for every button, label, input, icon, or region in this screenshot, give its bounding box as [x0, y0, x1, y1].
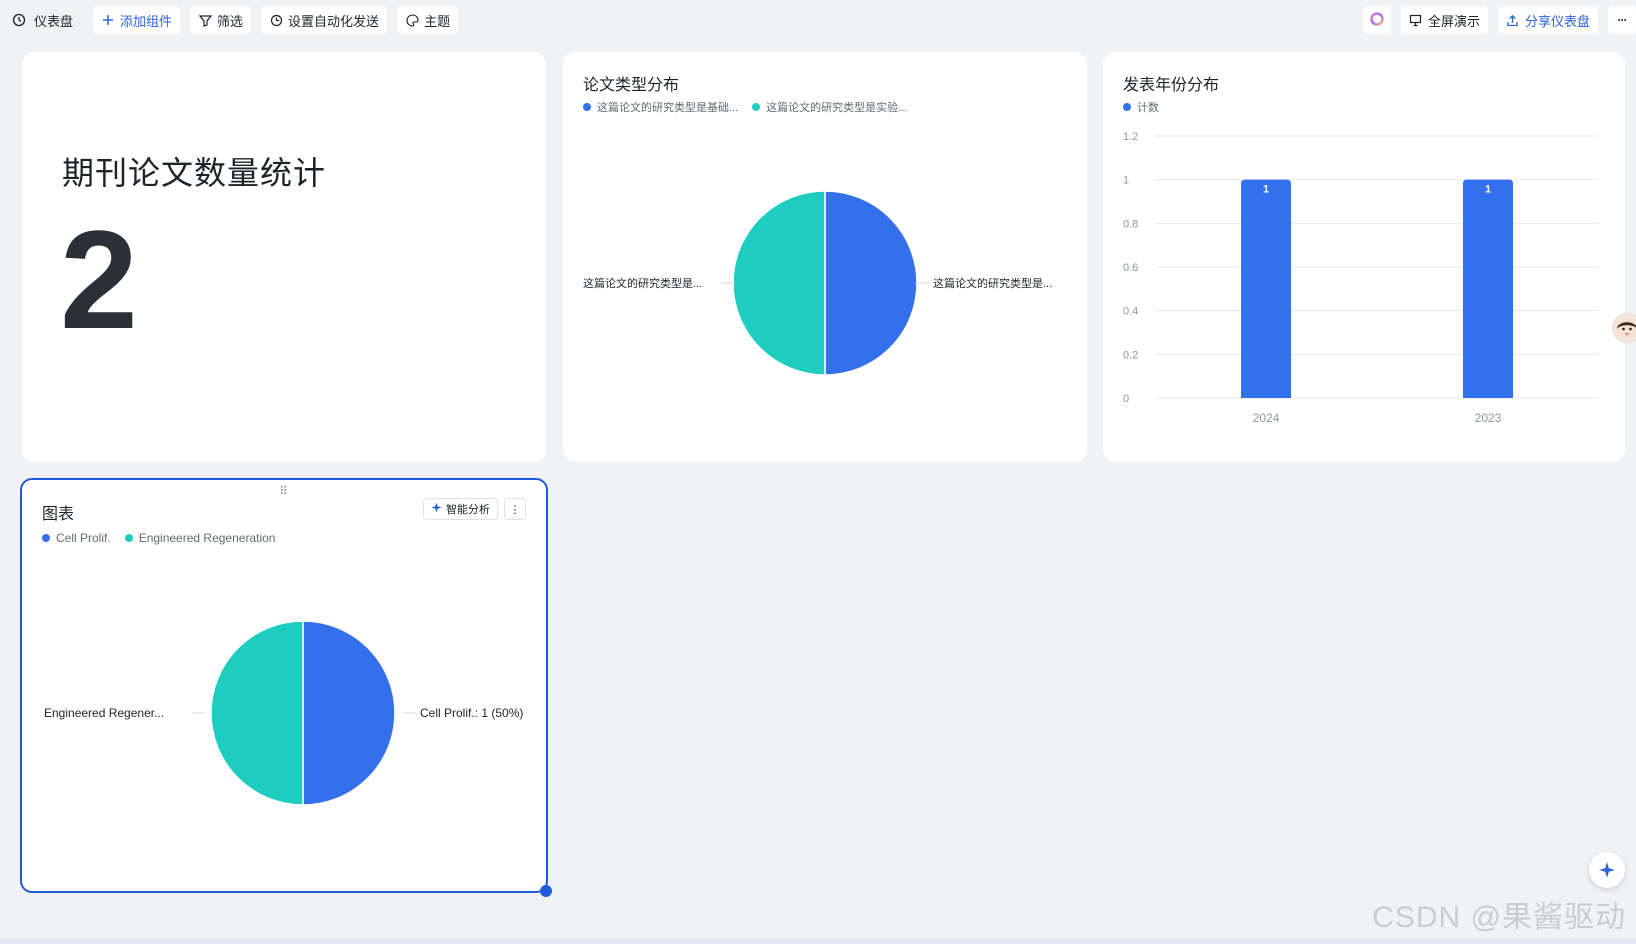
legend-dot [124, 534, 133, 542]
pie2-slice-1[interactable] [302, 620, 396, 806]
pie2-title: 图表 [42, 506, 75, 523]
y-tick-label: 0.8 [1123, 218, 1138, 230]
filter-icon [198, 13, 212, 27]
dashboard-title-label: 仪表盘 [34, 13, 74, 29]
legend-dot [752, 103, 761, 111]
y-tick-label: 0.6 [1123, 262, 1138, 274]
ai-fab-button[interactable] [1589, 852, 1625, 888]
ai-ring-icon [1369, 11, 1385, 30]
pie1-legend-item-2[interactable]: 这篇论文的研究类型是实验... [752, 99, 907, 115]
pie-card-journal[interactable]: ⠿ 图表 智能分析 ⋮ Cell Prolif. Engineered Rege… [20, 478, 552, 897]
pie2-label-right: Cell Prolif.: 1 (50%) [420, 706, 523, 720]
palette-icon [405, 13, 419, 27]
toolbar-left: 仪表盘 添加组件 筛选 设置自动化发送 主题 [12, 6, 459, 34]
pie1-slice-1[interactable] [824, 190, 918, 376]
bar-2023[interactable] [1463, 179, 1513, 398]
theme-button[interactable]: 主题 [397, 6, 459, 34]
smart-analysis-label: 智能分析 [446, 504, 490, 516]
pie2-actions: 智能分析 ⋮ [423, 498, 526, 520]
auto-send-label: 设置自动化发送 [288, 13, 380, 29]
y-tick-label: 0 [1123, 393, 1129, 405]
bar-data-label: 1 [1263, 184, 1269, 196]
legend-label: 这篇论文的研究类型是基础... [597, 102, 739, 114]
legend-dot [42, 534, 50, 542]
y-tick-label: 0.2 [1123, 349, 1138, 361]
pie1-label-right: 这篇论文的研究类型是... [933, 276, 1052, 290]
sparkle-icon [431, 502, 442, 516]
bar-2024[interactable] [1241, 179, 1291, 398]
automation-icon [269, 13, 283, 27]
ai-assistant-button[interactable] [1362, 6, 1391, 34]
legend-label: Cell Prolif. [56, 531, 111, 545]
x-tick-label: 2024 [1253, 411, 1280, 425]
pie1-slice-2[interactable] [732, 190, 826, 376]
pie2-slice-2[interactable] [210, 620, 304, 806]
pie2-legend-item-1[interactable]: Cell Prolif. [42, 531, 111, 545]
theme-label: 主题 [424, 13, 451, 29]
legend-dot [583, 103, 591, 111]
sparkle-icon [1599, 862, 1615, 878]
pie1-legend-item-1[interactable]: 这篇论文的研究类型是基础... [583, 99, 738, 115]
bar-svg: 0 0.2 0.4 0.6 0.8 1 1.2 1 2024 1 2023 [1123, 131, 1599, 425]
bottom-bar [0, 938, 1636, 944]
dashboard-title[interactable]: 仪表盘 [12, 6, 83, 34]
bar-data-label: 1 [1485, 184, 1491, 196]
fullscreen-label: 全屏演示 [1427, 13, 1480, 29]
share-icon [1506, 13, 1520, 27]
y-tick-label: 0.4 [1123, 306, 1138, 318]
more-button[interactable]: ··· [1608, 6, 1636, 34]
add-widget-label: 添加组件 [120, 13, 173, 29]
assistant-avatar[interactable] [1612, 313, 1636, 343]
stat-card[interactable]: 期刊论文数量统计 2 [22, 52, 546, 462]
pie2-legend: Cell Prolif. Engineered Regeneration [42, 531, 275, 545]
pie2-legend-item-2[interactable]: Engineered Regeneration [124, 531, 276, 545]
avatar-face-icon [1615, 316, 1636, 340]
presentation-icon [1409, 13, 1423, 27]
pie1-label-left: 这篇论文的研究类型是... [583, 276, 702, 290]
pie2-label-left: Engineered Regener... [44, 706, 164, 720]
legend-label: Engineered Regeneration [138, 531, 276, 545]
filter-label: 筛选 [217, 13, 244, 29]
fullscreen-button[interactable]: 全屏演示 [1400, 6, 1488, 34]
more-icon: ··· [1617, 13, 1628, 27]
drag-handle-icon[interactable]: ⠿ [279, 484, 289, 498]
smart-analysis-button[interactable]: 智能分析 [423, 498, 498, 520]
history-icon [12, 13, 26, 27]
stat-title: 期刊论文数量统计 [62, 155, 327, 191]
share-button[interactable]: 分享仪表盘 [1497, 6, 1598, 34]
pie1-legend: 这篇论文的研究类型是基础... 这篇论文的研究类型是实验... [583, 99, 907, 115]
pie-card-type[interactable]: 论文类型分布 这篇论文的研究类型是基础... 这篇论文的研究类型是实验... 这… [563, 52, 1087, 462]
stat-value: 2 [60, 201, 138, 358]
filter-button[interactable]: 筛选 [190, 6, 252, 34]
pie1-title: 论文类型分布 [583, 77, 680, 94]
resize-handle[interactable] [540, 885, 552, 897]
vertical-dots-icon: ⋮ [509, 503, 521, 516]
plus-icon [101, 13, 115, 27]
y-tick-label: 1.2 [1123, 131, 1138, 143]
toolbar: 仪表盘 添加组件 筛选 设置自动化发送 主题 全屏演示 分享仪表盘 ··· [0, 0, 1636, 40]
card-more-button[interactable]: ⋮ [504, 498, 526, 520]
legend-label: 这篇论文的研究类型是实验... [766, 102, 908, 114]
toolbar-right: 全屏演示 分享仪表盘 ··· [1362, 6, 1636, 34]
x-tick-label: 2023 [1475, 411, 1502, 425]
bar-card-year[interactable]: 发表年份分布 计数 0 0.2 0.4 0.6 0.8 1 1.2 1 2024 1 2023 [1103, 52, 1625, 462]
share-label: 分享仪表盘 [1524, 13, 1590, 29]
watermark: CSDN @果酱驱动 [1372, 901, 1626, 934]
add-widget-button[interactable]: 添加组件 [93, 6, 181, 34]
y-tick-label: 1 [1123, 175, 1129, 187]
auto-send-button[interactable]: 设置自动化发送 [261, 6, 388, 34]
